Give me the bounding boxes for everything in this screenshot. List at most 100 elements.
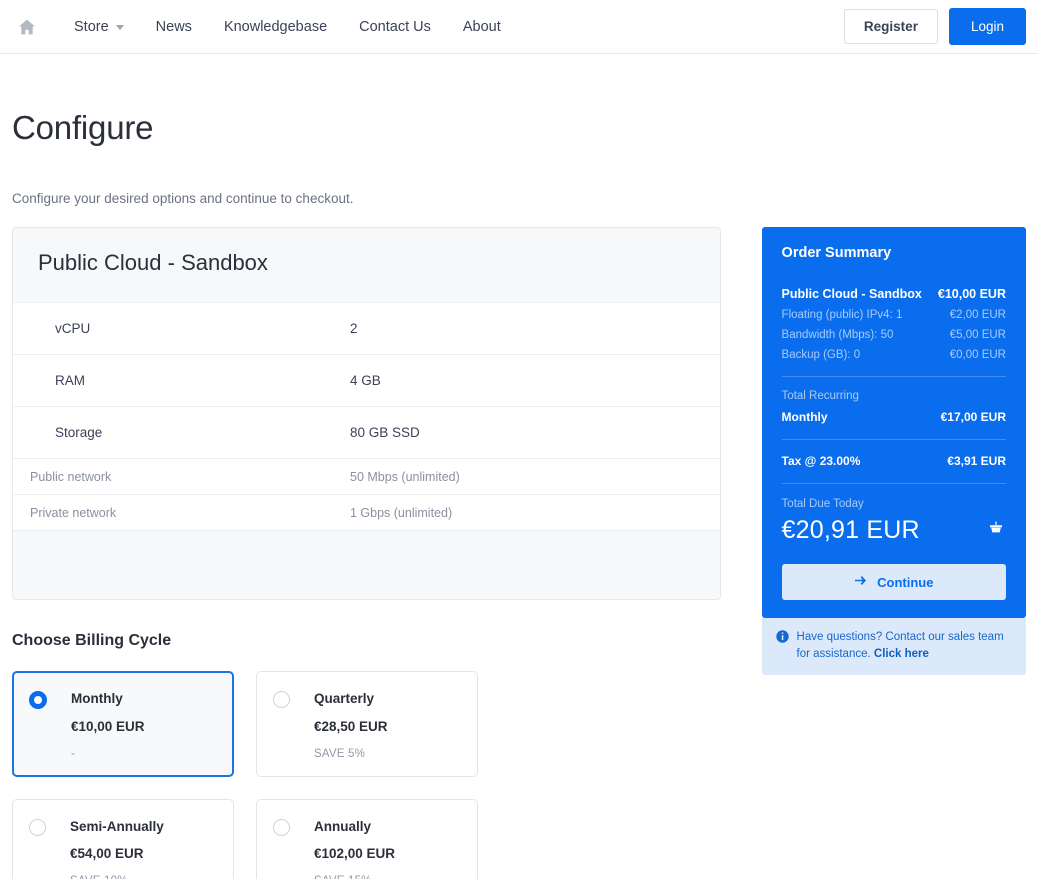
spec-key: Storage [55,425,103,440]
spec-value: 1 Gbps (unlimited) [350,505,453,520]
summary-addon-row: Bandwidth (Mbps): 50 €5,00 EUR [782,329,1006,341]
summary-item-price: €10,00 EUR [937,287,1006,301]
billing-option-name: Monthly [71,691,123,706]
nav-item-label: Contact Us [359,18,431,35]
home-link[interactable] [10,10,44,44]
product-title: Public Cloud - Sandbox [38,250,268,275]
content-columns: Public Cloud - Sandbox vCPU 2 RAM 4 GB S… [12,227,1026,879]
summary-addon-row: Floating (public) IPv4: 1 €2,00 EUR [782,309,1006,321]
billing-option-price: €102,00 EUR [314,846,396,861]
arrow-right-icon [854,574,868,590]
spec-key: vCPU [55,321,91,336]
radio-annually[interactable] [273,818,290,836]
page-title: Configure [12,109,154,146]
billing-cycle-heading: Choose Billing Cycle [12,632,172,649]
total-due-amount: €20,91 EUR [781,516,920,544]
billing-option-text: Quarterly €28,50 EUR SAVE 5% [314,690,388,760]
top-navbar: Store News Knowledgebase Contact Us Abou… [0,0,1038,54]
billing-option-name: Annually [314,818,372,834]
spec-row: RAM 4 GB [13,354,720,406]
home-icon [17,17,37,37]
billing-option-save: - [71,747,76,760]
recurring-price: €17,00 EUR [940,410,1006,424]
billing-option-semi-annually[interactable]: Semi-Annually €54,00 EUR SAVE 10% [12,798,234,879]
nav-item-store[interactable]: Store [58,11,140,43]
spec-row: Public network 50 Mbps (unlimited) [13,458,720,494]
summary-addon-price: €5,00 EUR [949,329,1006,341]
chevron-down-icon [115,25,124,30]
page-body: Configure Configure your desired options… [0,109,1038,879]
order-summary-title: Order Summary [781,245,892,261]
billing-option-text: Annually €102,00 EUR SAVE 15% [314,818,395,879]
nav-item-about[interactable]: About [447,11,517,43]
billing-option-price: €54,00 EUR [70,846,144,861]
info-circle-icon [775,630,789,662]
nav-item-label: About [462,18,501,35]
order-summary-column: Order Summary Public Cloud - Sandbox €10… [761,227,1026,676]
summary-divider [781,483,1006,484]
billing-option-top: Quarterly €28,50 EUR SAVE 5% [273,690,461,760]
billing-option-quarterly[interactable]: Quarterly €28,50 EUR SAVE 5% [256,671,478,777]
summary-addon-row: Backup (GB): 0 €0,00 EUR [782,349,1006,361]
billing-option-name: Semi-Annually [70,818,164,834]
billing-option-top: Annually €102,00 EUR SAVE 15% [273,818,461,879]
billing-option-save: SAVE 5% [314,747,366,760]
continue-button-label: Continue [877,574,934,590]
total-recurring-label: Total Recurring [781,390,859,402]
summary-divider [781,376,1006,377]
summary-addon-label: Backup (GB): 0 [781,349,861,361]
nav-item-label: Knowledgebase [223,18,328,35]
billing-option-monthly[interactable]: Monthly €10,00 EUR - [12,671,234,777]
product-card: Public Cloud - Sandbox vCPU 2 RAM 4 GB S… [12,227,721,600]
billing-option-text: Semi-Annually €54,00 EUR SAVE 10% [70,818,164,879]
summary-addon-price: €2,00 EUR [949,309,1006,321]
configure-column: Public Cloud - Sandbox vCPU 2 RAM 4 GB S… [12,227,721,879]
spec-value: 2 [350,321,358,336]
spec-row: vCPU 2 [13,302,720,354]
radio-quarterly[interactable] [273,691,290,708]
shopping-basket-icon [988,520,1004,541]
total-due-label: Total Due Today [781,498,864,510]
register-button[interactable]: Register [843,9,938,44]
radio-semi-annually[interactable] [29,818,46,836]
billing-option-top: Monthly €10,00 EUR - [29,690,217,760]
spec-key: Public network [30,469,112,484]
total-due-row: €20,91 EUR [782,516,1006,545]
billing-option-save: SAVE 15% [314,875,395,879]
help-text: Have questions? Contact our sales team f… [797,629,1012,662]
spec-key: Private network [30,505,117,520]
tax-label: Tax @ 23.00% [781,454,861,468]
summary-primary-item: Public Cloud - Sandbox €10,00 EUR [782,287,1006,301]
order-summary-panel: Order Summary Public Cloud - Sandbox €10… [761,227,1026,618]
tax-price: €3,91 EUR [947,454,1006,468]
billing-option-price: €28,50 EUR [314,718,388,734]
nav-links: Store News Knowledgebase Contact Us Abou… [58,11,517,43]
help-link[interactable]: Click here [874,648,929,660]
summary-item-label: Public Cloud - Sandbox [781,287,922,301]
billing-option-annually[interactable]: Annually €102,00 EUR SAVE 15% [256,798,478,879]
spec-key: RAM [55,373,85,388]
summary-addon-label: Floating (public) IPv4: 1 [781,309,903,321]
page-subtitle: Configure your desired options and conti… [12,191,354,206]
summary-addon-price: €0,00 EUR [949,349,1006,361]
spec-row: Storage 80 GB SSD [13,406,720,458]
login-button[interactable]: Login [948,8,1026,45]
billing-option-price: €10,00 EUR [71,718,145,734]
billing-option-name: Quarterly [314,691,375,706]
spec-value: 4 GB [350,373,381,388]
summary-divider [781,439,1006,440]
help-box: Have questions? Contact our sales team f… [761,618,1026,676]
summary-addon-label: Bandwidth (Mbps): 50 [781,329,894,341]
summary-tax-row: Tax @ 23.00% €3,91 EUR [782,454,1006,468]
summary-recurring-row: Monthly €17,00 EUR [782,410,1006,424]
spec-table: vCPU 2 RAM 4 GB Storage 80 GB SSD Public… [13,302,720,531]
nav-item-contact-us[interactable]: Contact Us [343,11,447,43]
radio-monthly[interactable] [29,691,47,709]
spec-value: 80 GB SSD [350,425,420,440]
spec-row: Private network 1 Gbps (unlimited) [13,494,720,530]
nav-item-knowledgebase[interactable]: Knowledgebase [208,11,343,43]
continue-button[interactable]: Continue [781,564,1006,600]
nav-item-label: News [155,18,192,35]
billing-cycle-options: Monthly €10,00 EUR - Quarterly €28,50 EU… [12,671,721,879]
nav-item-news[interactable]: News [140,11,208,43]
